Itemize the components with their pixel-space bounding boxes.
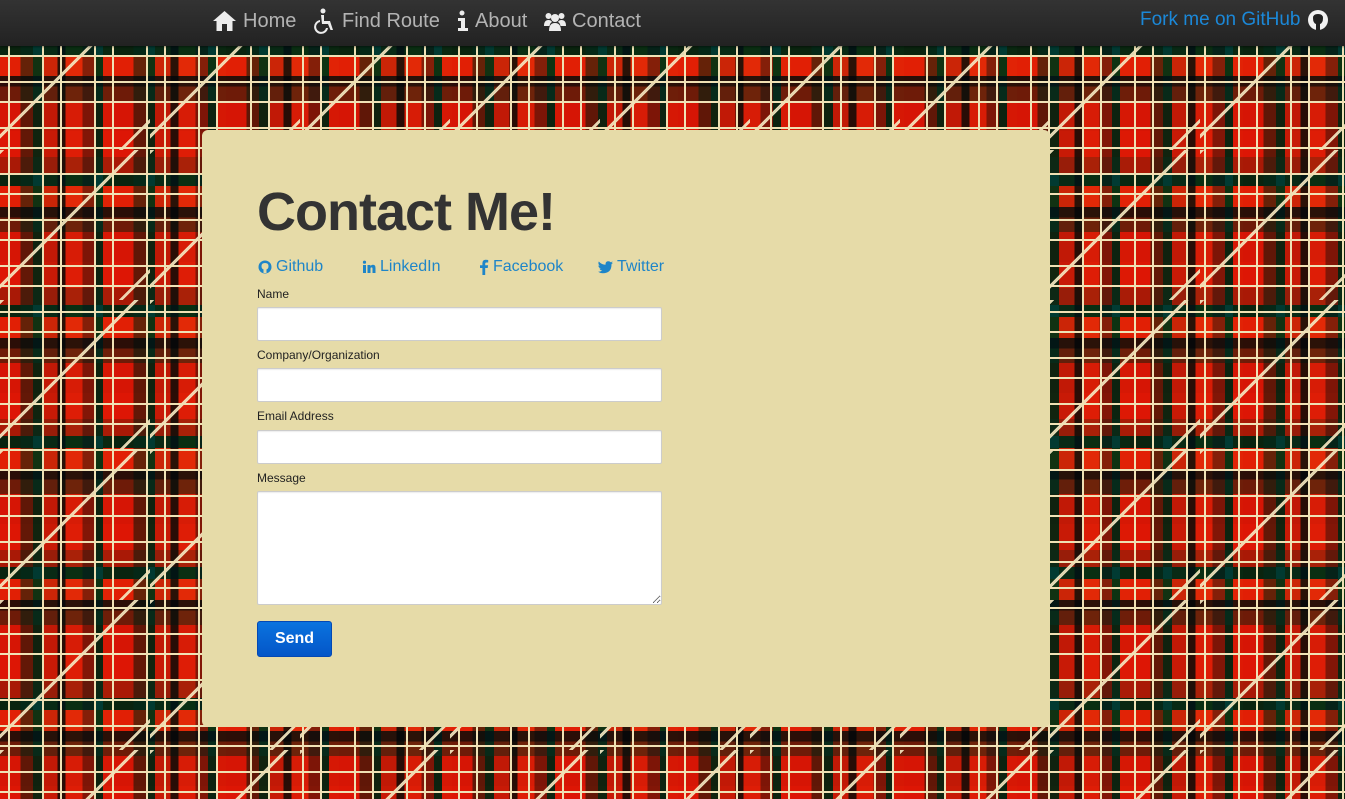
facebook-link[interactable]: Facebook (479, 256, 563, 278)
name-label: Name (257, 287, 290, 301)
email-label: Email Address (257, 409, 334, 423)
fork-github-label: Fork me on GitHub (1140, 9, 1301, 30)
group-icon (544, 11, 566, 31)
github-link[interactable]: Github (258, 256, 323, 278)
twitter-link-label: Twitter (617, 258, 665, 275)
nav-contact-label: Contact (572, 9, 641, 32)
home-icon (212, 10, 237, 32)
company-input[interactable] (257, 368, 662, 402)
message-input[interactable] (257, 491, 662, 605)
twitter-icon (598, 260, 613, 274)
info-icon (457, 10, 469, 32)
email-input[interactable] (257, 430, 662, 464)
wheelchair-icon (312, 8, 336, 34)
send-button[interactable]: Send (257, 621, 332, 657)
company-label: Company/Organization (257, 348, 380, 362)
nav-about-label: About (475, 9, 528, 32)
github-icon (1307, 9, 1329, 31)
linkedin-link[interactable]: LinkedIn (362, 256, 441, 278)
github-link-label: Github (276, 258, 324, 275)
fork-github-link[interactable]: Fork me on GitHub (1140, 6, 1329, 34)
facebook-icon (479, 259, 489, 275)
linkedin-link-label: LinkedIn (380, 258, 441, 275)
page-title: Contact Me! (257, 182, 556, 242)
twitter-link[interactable]: Twitter (598, 256, 664, 278)
name-input[interactable] (257, 307, 662, 341)
github-icon (258, 260, 272, 274)
facebook-link-label: Facebook (493, 258, 564, 275)
linkedin-icon (362, 260, 376, 274)
message-label: Message (257, 471, 306, 485)
nav-find-route[interactable]: Find Route (312, 7, 440, 35)
nav-find-route-label: Find Route (342, 9, 440, 32)
nav-home[interactable]: Home (212, 7, 296, 35)
nav-about[interactable]: About (457, 7, 527, 35)
nav-contact[interactable]: Contact (544, 7, 641, 35)
contact-panel: Contact Me! Github LinkedIn Facebook Twi… (202, 130, 1050, 727)
nav-home-label: Home (243, 9, 297, 32)
top-navbar: Home Find Route About Contact Fork me on… (0, 0, 1345, 46)
